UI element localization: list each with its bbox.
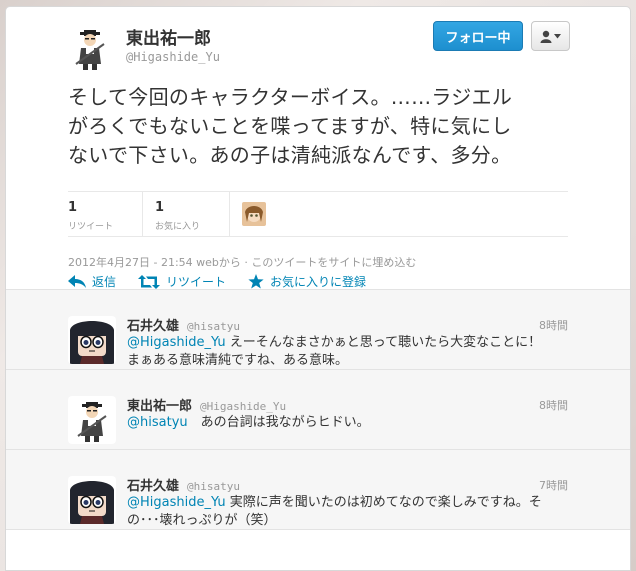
reply-action[interactable]: 返信: [68, 273, 116, 290]
reply-label: 返信: [92, 275, 117, 289]
user-actions-button[interactable]: [531, 21, 570, 51]
reply-text-line: @Higashide_Yu 実際に声を聞いたのは初めてなので楽しみですね。そ: [127, 494, 572, 512]
mention-link[interactable]: @Higashide_Yu: [127, 335, 226, 350]
author-avatar[interactable]: [66, 24, 114, 72]
person-icon: [540, 30, 552, 43]
reply-item[interactable]: 石井久雄 @hisatyu 7時間 @Higashide_Yu 実際に声を聞いた…: [6, 450, 630, 530]
reply-header: 石井久雄 @hisatyu: [127, 475, 240, 494]
retweet-icon: [138, 274, 161, 289]
reply-author-name[interactable]: 石井久雄: [127, 315, 179, 334]
tweet-card: 東出祐一郎 @Higashide_Yu フォロー中 そして今回のキャラクターボイ…: [5, 6, 631, 571]
reply-author-screen[interactable]: @hisatyu: [187, 480, 240, 493]
reply-time[interactable]: 7時間: [539, 477, 568, 493]
following-button[interactable]: フォロー中: [433, 21, 523, 51]
tweet-source: webから: [196, 256, 241, 269]
mention-link[interactable]: @Higashide_Yu: [127, 495, 226, 510]
author-name[interactable]: 東出祐一郎: [126, 29, 220, 49]
favorite-count: 1: [155, 200, 165, 215]
tweet-timestamp[interactable]: 2012年4月27日 - 21:54: [68, 256, 193, 269]
reply-text-line: @hisatyu あの台詞は我ながらヒドい。: [127, 414, 572, 432]
tweet-meta: 2012年4月27日 - 21:54 webから · このツイートをサイトに埋め…: [68, 254, 416, 270]
tweet-text-line: がろくでもないことを喋ってますが、特に気にし: [68, 114, 512, 138]
meta-separator: ·: [244, 256, 248, 269]
reply-header: 石井久雄 @hisatyu: [127, 315, 240, 334]
author-block: 東出祐一郎 @Higashide_Yu: [126, 29, 220, 64]
retweet-stat[interactable]: 1 リツイート: [68, 192, 143, 236]
star-icon: [248, 274, 264, 289]
tweet-actions: 返信 リツイート お気に入りに登録: [68, 273, 366, 290]
embed-tweet-link[interactable]: このツイートをサイトに埋め込む: [251, 256, 416, 269]
reply-time[interactable]: 8時間: [539, 317, 568, 333]
reply-item[interactable]: 東出祐一郎 @Higashide_Yu 8時間 @hisatyu あの台詞は我な…: [6, 370, 630, 450]
reply-author-screen[interactable]: @hisatyu: [187, 320, 240, 333]
reply-text-line: @Higashide_Yu えーそんなまさかぁと思って聴いたら大変なことに！: [127, 334, 572, 352]
reply-author-name[interactable]: 石井久雄: [127, 475, 179, 494]
main-tweet: 東出祐一郎 @Higashide_Yu フォロー中 そして今回のキャラクターボイ…: [6, 7, 630, 315]
favorite-stat[interactable]: 1 お気に入り: [155, 192, 230, 236]
caret-down-icon: [554, 33, 561, 38]
reply-item[interactable]: 石井久雄 @hisatyu 8時間 @Higashide_Yu えーそんなまさか…: [6, 290, 630, 370]
reply-text-line: の･･･壊れっぷりが（笑）: [127, 513, 277, 528]
favoriter-avatar[interactable]: [242, 202, 266, 226]
retweet-stat-label: リツイート: [68, 222, 114, 232]
reply-icon: [68, 275, 86, 288]
reply-avatar[interactable]: [68, 476, 116, 524]
favoriter-avatars: [242, 192, 266, 236]
favorite-stat-label: お気に入り: [155, 222, 201, 232]
tweet-text-line: ないで下さい。あの子は清純派なんです、多分。: [68, 143, 512, 167]
reply-author-screen[interactable]: @Higashide_Yu: [200, 400, 286, 413]
tweet-text: そして今回のキャラクターボイス。……ラジエル がろくでもないことを喋ってますが、…: [68, 83, 568, 170]
favorite-label: お気に入りに登録: [270, 275, 367, 289]
reply-author-name[interactable]: 東出祐一郎: [127, 395, 192, 414]
author-screen-name[interactable]: @Higashide_Yu: [126, 50, 220, 64]
tweet-text-line: そして今回のキャラクターボイス。……ラジエル: [68, 85, 513, 109]
retweet-label: リツイート: [166, 275, 227, 289]
reply-text-line: まぁある意味清純ですね、ある意味。: [127, 353, 349, 368]
mention-link[interactable]: @hisatyu: [127, 415, 188, 430]
replies-list: 石井久雄 @hisatyu 8時間 @Higashide_Yu えーそんなまさか…: [6, 289, 630, 530]
reply-avatar[interactable]: [68, 316, 116, 364]
reply-text-content: あの台詞は我ながらヒドい。: [187, 415, 370, 430]
reply-header: 東出祐一郎 @Higashide_Yu: [127, 395, 286, 414]
retweet-action[interactable]: リツイート: [138, 273, 226, 290]
reply-time[interactable]: 8時間: [539, 397, 568, 413]
tweet-stats: 1 リツイート 1 お気に入り: [68, 191, 568, 237]
reply-text: @hisatyu あの台詞は我ながらヒドい。: [127, 414, 572, 432]
reply-text-content: えーそんなまさかぁと思って聴いたら大変なことに！: [225, 335, 542, 350]
reply-avatar[interactable]: [68, 396, 116, 444]
retweet-count: 1: [68, 200, 78, 215]
reply-text-content: 実際に声を聞いたのは初めてなので楽しみですね。そ: [225, 495, 542, 510]
reply-text: @Higashide_Yu えーそんなまさかぁと思って聴いたら大変なことに！ ま…: [127, 334, 572, 370]
favorite-action[interactable]: お気に入りに登録: [248, 273, 366, 290]
reply-text: @Higashide_Yu 実際に声を聞いたのは初めてなので楽しみですね。そ の…: [127, 494, 572, 530]
